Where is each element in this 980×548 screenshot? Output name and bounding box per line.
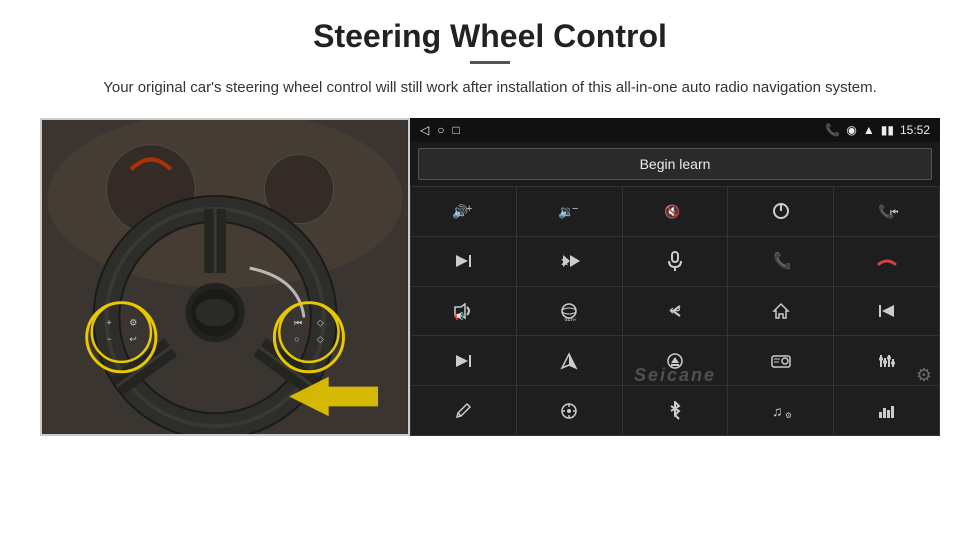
wifi-status-icon: ▲ xyxy=(863,123,875,137)
svg-text:↩: ↩ xyxy=(129,334,137,344)
skip-back-button[interactable] xyxy=(834,287,939,336)
svg-text:◇: ◇ xyxy=(317,317,324,327)
svg-text:↩: ↩ xyxy=(669,302,681,318)
svg-text:◇: ◇ xyxy=(317,334,324,344)
status-bar-right: 📞 ◉ ▲ ▮▮ 15:52 xyxy=(825,123,930,137)
status-bar: ◁ ○ □ 📞 ◉ ▲ ▮▮ 15:52 xyxy=(410,118,940,142)
phone-button[interactable]: 📞 xyxy=(728,237,833,286)
pen-button[interactable] xyxy=(411,386,516,435)
title-divider xyxy=(470,61,510,64)
location-status-icon: ◉ xyxy=(846,123,856,137)
begin-learn-button[interactable]: Begin learn xyxy=(418,148,932,180)
svg-text:⚙: ⚙ xyxy=(785,411,791,420)
content-row: + ⚙ − ↩ ⏮ ◇ ○ ◇ xyxy=(40,118,940,436)
sound-bars-button[interactable] xyxy=(834,386,939,435)
vol-down-button[interactable]: 🔉− xyxy=(517,187,622,236)
begin-learn-row: Begin learn xyxy=(410,142,940,186)
svg-text:♫: ♫ xyxy=(772,403,783,419)
settings-dial-button[interactable] xyxy=(517,386,622,435)
power-button[interactable] xyxy=(728,187,833,236)
svg-text:360°: 360° xyxy=(564,319,577,321)
svg-text:+: + xyxy=(466,203,472,215)
svg-text:⚙: ⚙ xyxy=(129,317,137,327)
home-nav-button[interactable] xyxy=(728,287,833,336)
page-title: Steering Wheel Control xyxy=(313,18,667,55)
gear-settings-icon[interactable]: ⚙ xyxy=(916,365,932,386)
phone-status-icon: 📞 xyxy=(825,123,840,137)
back-arrow-icon[interactable]: ◁ xyxy=(420,123,429,137)
svg-text:−: − xyxy=(107,334,112,344)
status-bar-left: ◁ ○ □ xyxy=(420,123,460,137)
eject-button[interactable] xyxy=(623,336,728,385)
svg-text:📞: 📞 xyxy=(773,252,790,270)
subtitle: Your original car's steering wheel contr… xyxy=(103,76,877,100)
speaker-button[interactable]: 📢 xyxy=(411,287,516,336)
skip-fwd-button[interactable] xyxy=(411,336,516,385)
next-track-button[interactable] xyxy=(411,237,516,286)
fast-prev-button[interactable]: ✕ xyxy=(517,237,622,286)
svg-text:+: + xyxy=(107,317,112,327)
bluetooth-button[interactable] xyxy=(623,386,728,435)
square-app-icon[interactable]: □ xyxy=(452,123,459,137)
mic-button[interactable] xyxy=(623,237,728,286)
hang-up-button[interactable] xyxy=(834,237,939,286)
vol-up-button[interactable]: 🔊+ xyxy=(411,187,516,236)
navigate-button[interactable] xyxy=(517,336,622,385)
page: Steering Wheel Control Your original car… xyxy=(0,0,980,548)
svg-text:📢: 📢 xyxy=(454,311,464,320)
prev-track-button[interactable]: 📞⏮ xyxy=(834,187,939,236)
svg-text:🔇: 🔇 xyxy=(664,204,680,219)
steering-wheel-image: + ⚙ − ↩ ⏮ ◇ ○ ◇ xyxy=(40,118,410,436)
time-display: 15:52 xyxy=(900,123,930,137)
svg-text:○: ○ xyxy=(294,334,299,344)
music-button[interactable]: ♫⚙ xyxy=(728,386,833,435)
radio-button[interactable] xyxy=(728,336,833,385)
view-360-button[interactable]: 360° xyxy=(517,287,622,336)
svg-text:⏮: ⏮ xyxy=(890,207,898,219)
svg-text:⏮: ⏮ xyxy=(294,317,302,327)
android-panel-wrapper: ◁ ○ □ 📞 ◉ ▲ ▮▮ 15:52 Begin learn xyxy=(410,118,940,436)
control-grid: 🔊+ 🔉− 🔇 📞⏮ xyxy=(410,186,940,436)
home-circle-icon[interactable]: ○ xyxy=(437,123,444,137)
vol-mute-button[interactable]: 🔇 xyxy=(623,187,728,236)
battery-status-icon: ▮▮ xyxy=(881,123,894,137)
svg-text:−: − xyxy=(572,203,578,215)
back-nav-button[interactable]: ↩ xyxy=(623,287,728,336)
android-panel: ◁ ○ □ 📞 ◉ ▲ ▮▮ 15:52 Begin learn xyxy=(410,118,940,436)
